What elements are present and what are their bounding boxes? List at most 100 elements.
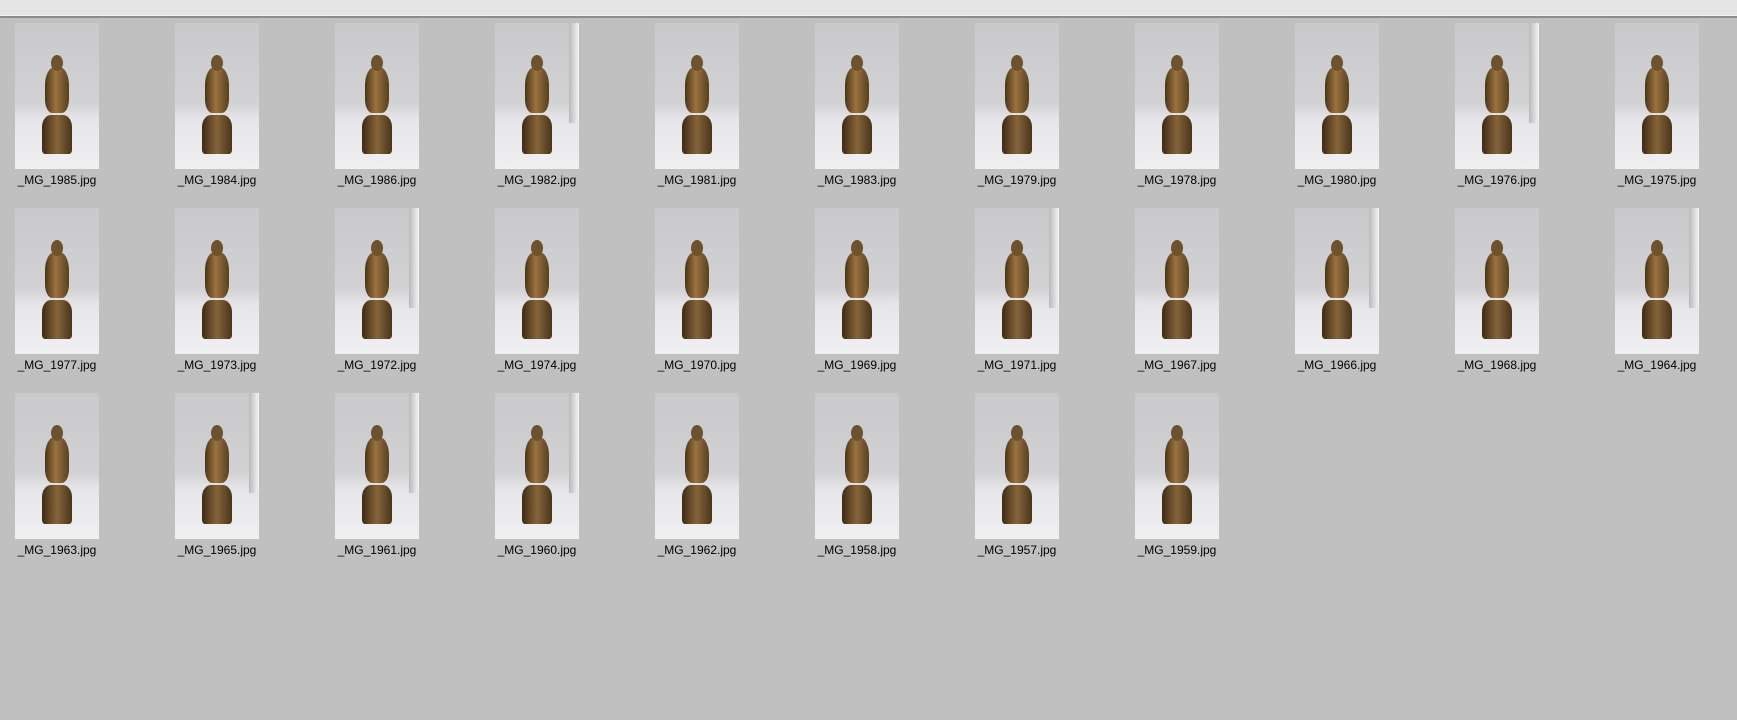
file-item[interactable]: _MG_1982.jpg <box>458 23 608 203</box>
image-thumbnail[interactable] <box>15 393 99 539</box>
file-name: _MG_1963.jpg <box>17 543 97 557</box>
file-item[interactable]: _MG_1966.jpg <box>1258 208 1408 388</box>
sculpture-figure <box>42 55 72 155</box>
image-thumbnail[interactable] <box>1295 23 1379 169</box>
image-thumbnail[interactable] <box>1135 208 1219 354</box>
image-thumbnail[interactable] <box>1455 23 1539 169</box>
sculpture-figure <box>522 425 552 525</box>
image-thumbnail[interactable] <box>1135 393 1219 539</box>
image-thumbnail[interactable] <box>975 208 1059 354</box>
image-thumbnail[interactable] <box>1135 23 1219 169</box>
window-frame <box>569 393 579 493</box>
file-item[interactable]: _MG_1981.jpg <box>618 23 768 203</box>
divider <box>0 16 1737 18</box>
file-item[interactable]: _MG_1962.jpg <box>618 393 768 573</box>
image-thumbnail[interactable] <box>1455 208 1539 354</box>
file-item[interactable]: _MG_1975.jpg <box>1578 23 1728 203</box>
image-thumbnail[interactable] <box>1615 23 1699 169</box>
file-name: _MG_1960.jpg <box>497 543 577 557</box>
file-item[interactable]: _MG_1971.jpg <box>938 208 1088 388</box>
file-item[interactable]: _MG_1980.jpg <box>1258 23 1408 203</box>
sculpture-figure <box>202 240 232 340</box>
image-thumbnail[interactable] <box>175 23 259 169</box>
file-item[interactable]: _MG_1978.jpg <box>1098 23 1248 203</box>
file-name: _MG_1980.jpg <box>1297 173 1377 187</box>
image-thumbnail[interactable] <box>495 393 579 539</box>
window-frame <box>249 393 259 493</box>
file-name: _MG_1983.jpg <box>817 173 897 187</box>
file-name: _MG_1975.jpg <box>1617 173 1697 187</box>
file-item[interactable]: _MG_1965.jpg <box>138 393 288 573</box>
sculpture-figure <box>842 240 872 340</box>
sculpture-figure <box>1002 425 1032 525</box>
file-name: _MG_1966.jpg <box>1297 358 1377 372</box>
sculpture-figure <box>1642 55 1672 155</box>
image-thumbnail[interactable] <box>815 208 899 354</box>
file-name: _MG_1972.jpg <box>337 358 417 372</box>
sculpture-figure <box>1482 240 1512 340</box>
image-thumbnail[interactable] <box>975 393 1059 539</box>
file-item[interactable]: _MG_1973.jpg <box>138 208 288 388</box>
file-item[interactable]: _MG_1974.jpg <box>458 208 608 388</box>
file-item[interactable]: _MG_1972.jpg <box>298 208 448 388</box>
file-item[interactable]: _MG_1976.jpg <box>1418 23 1568 203</box>
file-item[interactable]: _MG_1970.jpg <box>618 208 768 388</box>
file-name: _MG_1979.jpg <box>977 173 1057 187</box>
file-name: _MG_1981.jpg <box>657 173 737 187</box>
file-item[interactable]: _MG_1958.jpg <box>778 393 928 573</box>
file-item[interactable]: _MG_1960.jpg <box>458 393 608 573</box>
image-thumbnail[interactable] <box>655 208 739 354</box>
window-frame <box>569 23 579 123</box>
sculpture-figure <box>362 55 392 155</box>
file-name: _MG_1986.jpg <box>337 173 417 187</box>
file-item[interactable]: _MG_1969.jpg <box>778 208 928 388</box>
file-item[interactable]: _MG_1968.jpg <box>1418 208 1568 388</box>
file-name: _MG_1971.jpg <box>977 358 1057 372</box>
sculpture-figure <box>1002 55 1032 155</box>
file-item[interactable]: _MG_1957.jpg <box>938 393 1088 573</box>
sculpture-figure <box>682 55 712 155</box>
image-thumbnail[interactable] <box>815 23 899 169</box>
image-thumbnail[interactable] <box>175 208 259 354</box>
file-item[interactable]: _MG_1983.jpg <box>778 23 928 203</box>
file-item[interactable]: _MG_1964.jpg <box>1578 208 1728 388</box>
image-thumbnail[interactable] <box>175 393 259 539</box>
sculpture-figure <box>1322 55 1352 155</box>
image-thumbnail[interactable] <box>975 23 1059 169</box>
image-thumbnail[interactable] <box>15 23 99 169</box>
image-thumbnail[interactable] <box>1295 208 1379 354</box>
file-item[interactable]: _MG_1979.jpg <box>938 23 1088 203</box>
file-name: _MG_1965.jpg <box>177 543 257 557</box>
file-name: _MG_1964.jpg <box>1617 358 1697 372</box>
file-item[interactable]: _MG_1959.jpg <box>1098 393 1248 573</box>
image-thumbnail[interactable] <box>655 393 739 539</box>
image-thumbnail[interactable] <box>495 208 579 354</box>
image-thumbnail[interactable] <box>1615 208 1699 354</box>
file-name: _MG_1968.jpg <box>1457 358 1537 372</box>
image-thumbnail[interactable] <box>335 23 419 169</box>
sculpture-figure <box>1482 55 1512 155</box>
image-thumbnail[interactable] <box>335 393 419 539</box>
image-thumbnail[interactable] <box>495 23 579 169</box>
sculpture-figure <box>522 240 552 340</box>
image-thumbnail[interactable] <box>335 208 419 354</box>
sculpture-figure <box>1162 425 1192 525</box>
file-name: _MG_1969.jpg <box>817 358 897 372</box>
file-item[interactable]: _MG_1967.jpg <box>1098 208 1248 388</box>
file-item[interactable]: _MG_1984.jpg <box>138 23 288 203</box>
file-item[interactable]: _MG_1986.jpg <box>298 23 448 203</box>
image-thumbnail[interactable] <box>15 208 99 354</box>
sculpture-figure <box>1642 240 1672 340</box>
file-name: _MG_1978.jpg <box>1137 173 1217 187</box>
file-item[interactable]: _MG_1963.jpg <box>0 393 128 573</box>
file-name: _MG_1974.jpg <box>497 358 577 372</box>
image-thumbnail[interactable] <box>655 23 739 169</box>
sculpture-figure <box>842 425 872 525</box>
file-item[interactable]: _MG_1985.jpg <box>0 23 128 203</box>
image-thumbnail[interactable] <box>815 393 899 539</box>
file-item[interactable]: _MG_1961.jpg <box>298 393 448 573</box>
file-item[interactable]: _MG_1977.jpg <box>0 208 128 388</box>
file-name: _MG_1970.jpg <box>657 358 737 372</box>
toolbar-area <box>0 0 1737 16</box>
window-frame <box>1369 208 1379 308</box>
